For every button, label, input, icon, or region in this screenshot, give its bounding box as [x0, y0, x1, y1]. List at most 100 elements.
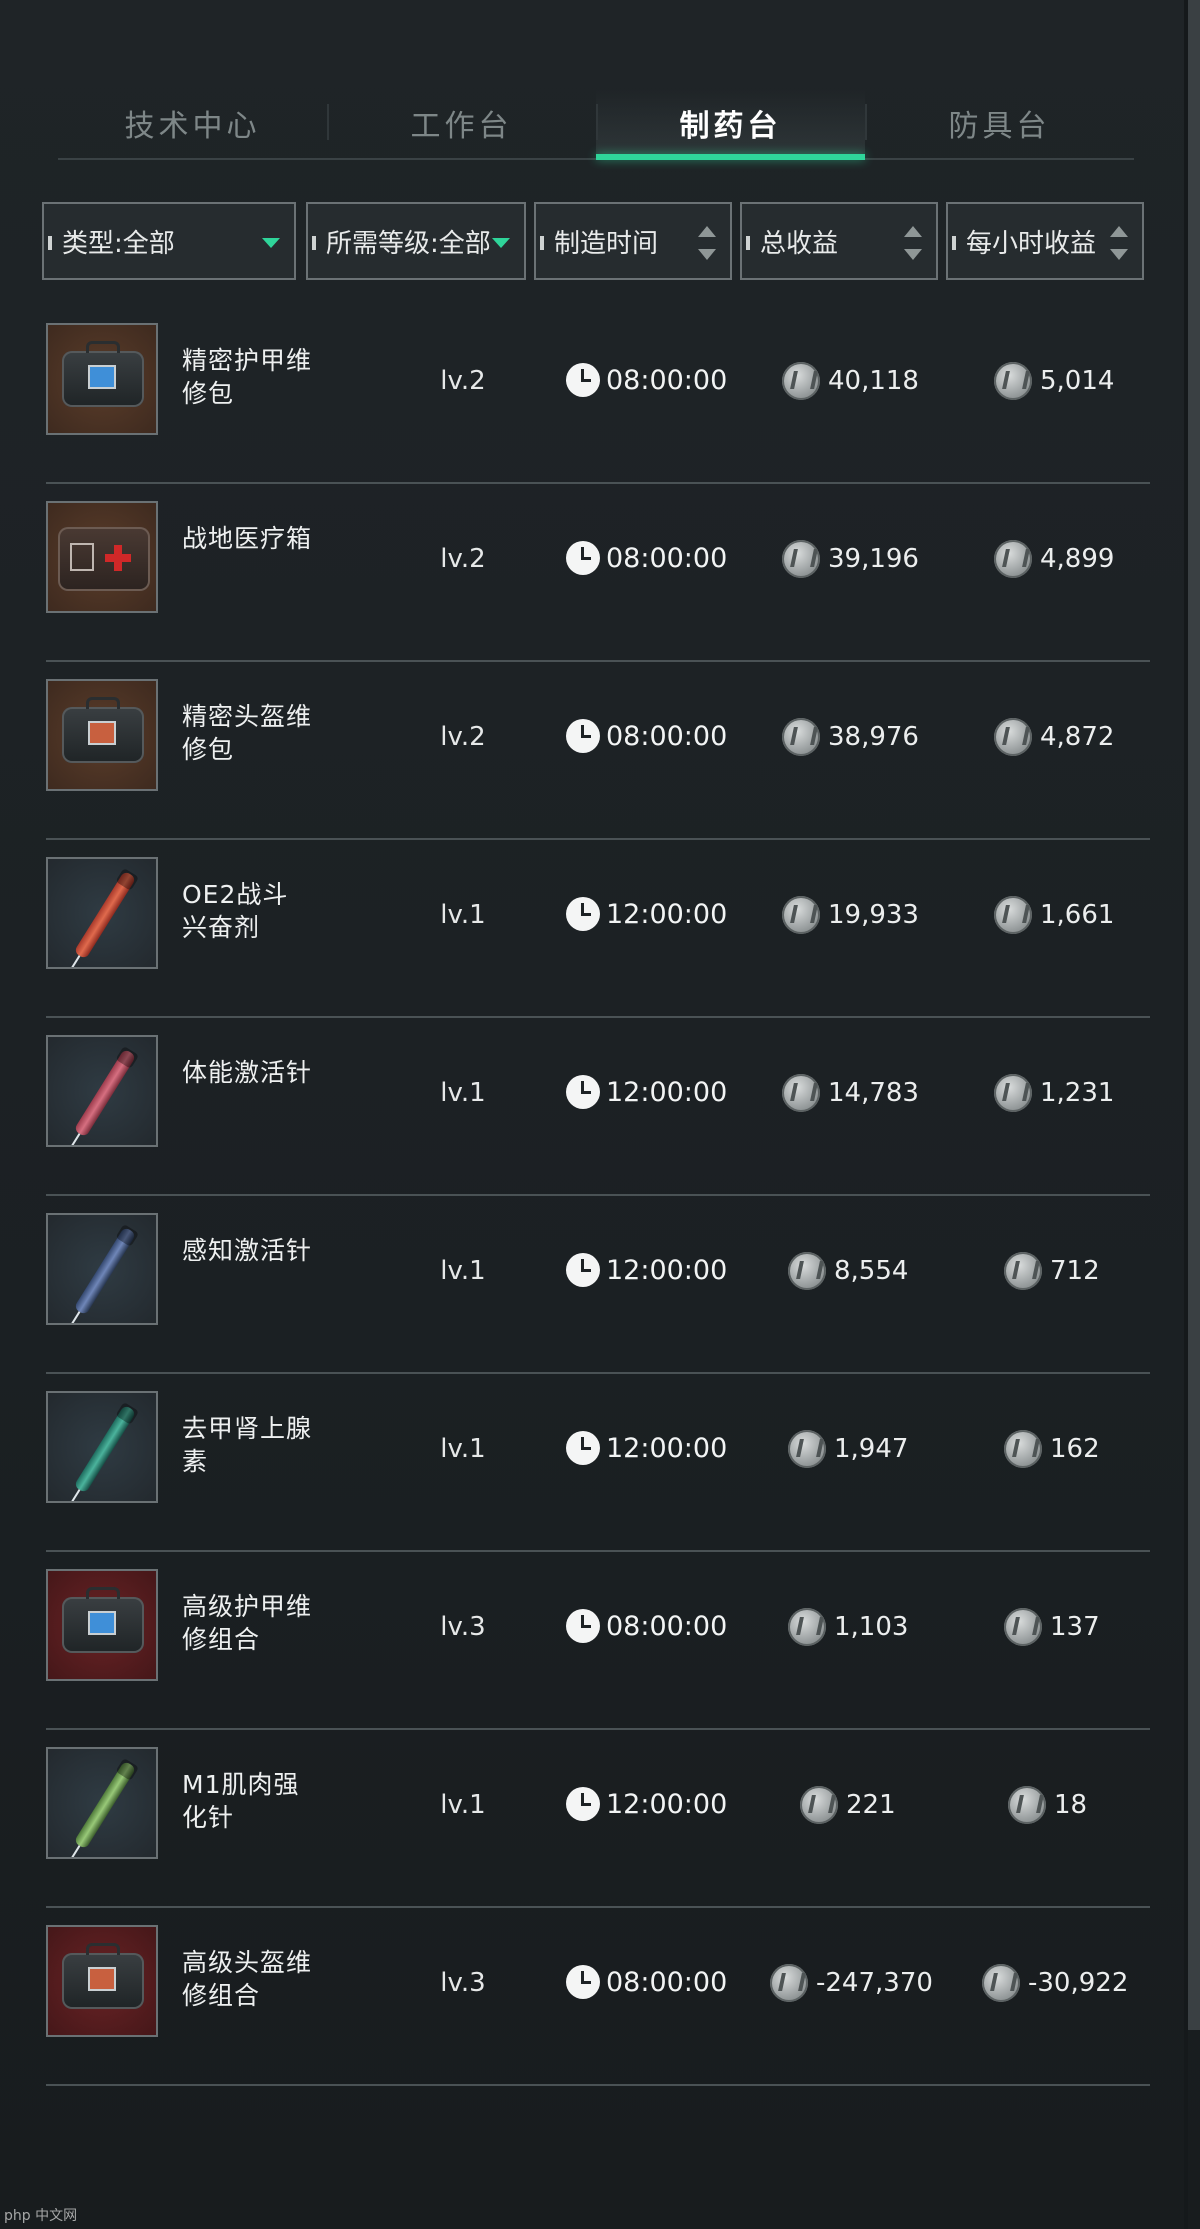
craft-time: 08:00:00 — [566, 540, 727, 576]
list-item[interactable]: 战地医疗箱 lv.2 08:00:00 39,196 4,899 — [46, 484, 1150, 662]
list-item[interactable]: 精密头盔维修包 lv.2 08:00:00 38,976 4,872 — [46, 662, 1150, 840]
level-filter-label: 所需等级:全部 — [326, 228, 491, 259]
coin-icon — [788, 1430, 826, 1468]
armor-repair-kit-icon — [46, 323, 158, 435]
craft-time: 08:00:00 — [566, 362, 727, 398]
coin-icon — [788, 1252, 826, 1290]
list-item[interactable]: 去甲肾上腺素 lv.1 12:00:00 1,947 162 — [46, 1374, 1150, 1552]
coin-icon — [800, 1786, 838, 1824]
item-level: lv.1 — [440, 1078, 486, 1108]
total-profit: 19,933 — [782, 896, 919, 934]
item-level: lv.1 — [440, 900, 486, 930]
coin-icon — [994, 896, 1032, 934]
clock-icon — [566, 719, 600, 753]
item-level: lv.1 — [440, 1256, 486, 1286]
syringe-icon — [46, 1035, 158, 1147]
list-item[interactable]: 高级护甲维修组合 lv.3 08:00:00 1,103 137 — [46, 1552, 1150, 1730]
craft-time: 12:00:00 — [566, 1786, 727, 1822]
item-level: lv.2 — [440, 544, 486, 574]
sort-hourly-button[interactable]: 每小时收益 — [946, 202, 1144, 280]
total-profit: -247,370 — [770, 1964, 933, 2002]
total-profit: 38,976 — [782, 718, 919, 756]
level-filter-dropdown[interactable]: 所需等级:全部 — [306, 202, 526, 280]
coin-icon — [1004, 1430, 1042, 1468]
scrollbar-thumb[interactable] — [1188, 0, 1200, 2030]
coin-icon — [770, 1964, 808, 2002]
item-level: lv.1 — [440, 1434, 486, 1464]
list-item[interactable]: M1肌肉强化针 lv.1 12:00:00 221 18 — [46, 1730, 1150, 1908]
medkit-icon — [46, 501, 158, 613]
coin-icon — [994, 362, 1032, 400]
hourly-profit: 5,014 — [994, 362, 1114, 400]
hourly-profit: 137 — [1004, 1608, 1100, 1646]
coin-icon — [782, 896, 820, 934]
craft-time: 08:00:00 — [566, 1608, 727, 1644]
sort-arrows-icon — [698, 226, 716, 260]
item-level: lv.3 — [440, 1968, 486, 1998]
tab-tech-center[interactable]: 技术中心 — [58, 88, 327, 158]
sort-total-label: 总收益 — [760, 228, 839, 259]
coin-icon — [982, 1964, 1020, 2002]
total-profit: 8,554 — [788, 1252, 908, 1290]
total-profit: 221 — [800, 1786, 896, 1824]
list-item[interactable]: 感知激活针 lv.1 12:00:00 8,554 712 — [46, 1196, 1150, 1374]
clock-icon — [566, 1965, 600, 1999]
list-item[interactable]: 精密护甲维修包 lv.2 08:00:00 40,118 5,014 — [46, 306, 1150, 484]
sort-time-button[interactable]: 制造时间 — [534, 202, 732, 280]
clock-icon — [566, 541, 600, 575]
craft-time: 12:00:00 — [566, 896, 727, 932]
item-name: 高级头盔维修组合 — [182, 1948, 313, 2010]
hourly-profit: 4,872 — [994, 718, 1114, 756]
item-name: 精密护甲维修包 — [182, 346, 313, 408]
sort-time-label: 制造时间 — [554, 228, 659, 259]
hourly-profit: 712 — [1004, 1252, 1100, 1290]
clock-icon — [566, 1253, 600, 1287]
hourly-profit: 18 — [1008, 1786, 1087, 1824]
item-level: lv.2 — [440, 366, 486, 396]
tab-pharmacy[interactable]: 制药台 — [596, 88, 865, 160]
craft-time: 12:00:00 — [566, 1074, 727, 1110]
list-item[interactable]: OE2战斗兴奋剂 lv.1 12:00:00 19,933 1,661 — [46, 840, 1150, 1018]
item-name: 战地医疗箱 — [182, 524, 313, 553]
watermark: php 中文网 — [4, 2208, 78, 2224]
item-name: 体能激活针 — [182, 1058, 313, 1087]
total-profit: 39,196 — [782, 540, 919, 578]
clock-icon — [566, 1431, 600, 1465]
item-name: 精密头盔维修包 — [182, 702, 313, 764]
clock-icon — [566, 1609, 600, 1643]
coin-icon — [994, 540, 1032, 578]
sort-arrows-icon — [1110, 226, 1128, 260]
hourly-profit: -30,922 — [982, 1964, 1128, 2002]
sort-hourly-label: 每小时收益 — [966, 228, 1097, 259]
clock-icon — [566, 1075, 600, 1109]
clock-icon — [566, 897, 600, 931]
item-level: lv.1 — [440, 1790, 486, 1820]
dropdown-arrow-icon — [492, 238, 510, 248]
total-profit: 40,118 — [782, 362, 919, 400]
coin-icon — [994, 718, 1032, 756]
item-level: lv.2 — [440, 722, 486, 752]
coin-icon — [782, 540, 820, 578]
type-filter-label: 类型:全部 — [62, 228, 175, 259]
sort-total-button[interactable]: 总收益 — [740, 202, 938, 280]
total-profit: 1,103 — [788, 1608, 908, 1646]
hourly-profit: 162 — [1004, 1430, 1100, 1468]
item-name: 高级护甲维修组合 — [182, 1592, 313, 1654]
list-item[interactable]: 高级头盔维修组合 lv.3 08:00:00 -247,370 -30,922 — [46, 1908, 1150, 2086]
hourly-profit: 1,661 — [994, 896, 1114, 934]
coin-icon — [782, 718, 820, 756]
tab-workbench[interactable]: 工作台 — [327, 88, 596, 158]
dropdown-arrow-icon — [262, 238, 280, 248]
tab-bar: 技术中心 工作台 制药台 防具台 — [58, 88, 1134, 160]
list-item[interactable]: 体能激活针 lv.1 12:00:00 14,783 1,231 — [46, 1018, 1150, 1196]
hourly-profit: 4,899 — [994, 540, 1114, 578]
item-name: OE2战斗兴奋剂 — [182, 880, 289, 942]
coin-icon — [788, 1608, 826, 1646]
filter-bar: 类型:全部 所需等级:全部 制造时间 总收益 每小时收益 — [42, 202, 1144, 282]
coin-icon — [782, 1074, 820, 1112]
tab-armor-bench[interactable]: 防具台 — [865, 88, 1134, 158]
coin-icon — [1008, 1786, 1046, 1824]
craft-time: 08:00:00 — [566, 718, 727, 754]
craft-time: 12:00:00 — [566, 1252, 727, 1288]
type-filter-dropdown[interactable]: 类型:全部 — [42, 202, 296, 280]
